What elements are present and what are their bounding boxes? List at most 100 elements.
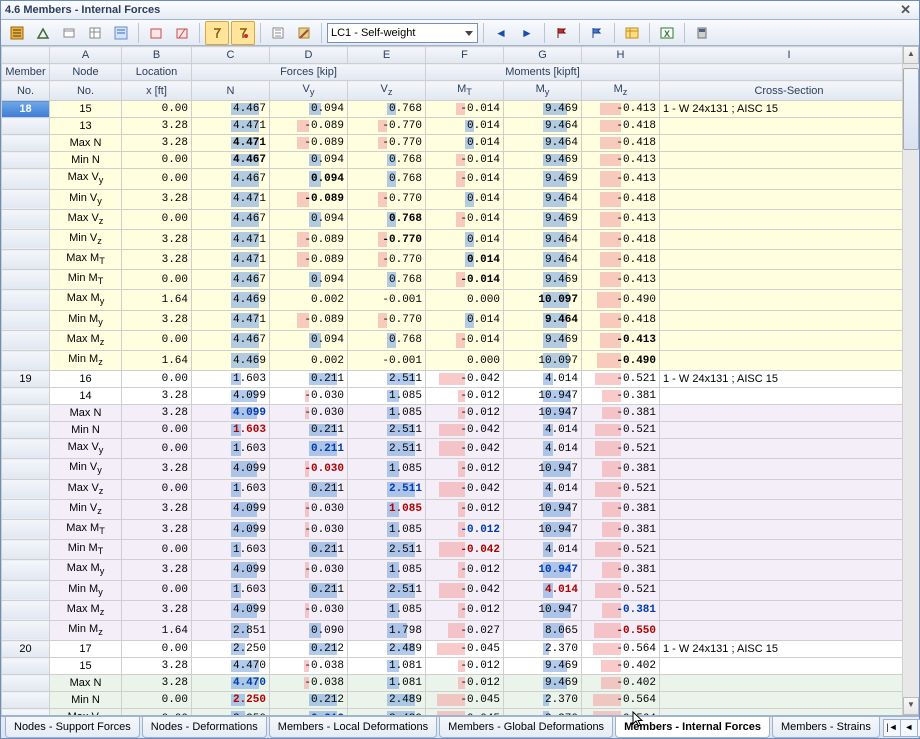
value-cell-Vy[interactable]: -0.030 — [270, 405, 348, 422]
value-cell-Vz[interactable]: 1.085 — [348, 560, 426, 580]
row-header[interactable] — [2, 519, 50, 539]
value-cell-Vz[interactable]: 2.511 — [348, 439, 426, 459]
tabs-prev[interactable]: ◄ — [900, 719, 918, 737]
cross-section-cell[interactable] — [660, 439, 919, 459]
close-button[interactable]: ✕ — [896, 2, 915, 18]
value-cell-Mt[interactable]: -0.014 — [426, 209, 504, 229]
value-cell-Vz[interactable]: 2.511 — [348, 422, 426, 439]
x-cell[interactable]: 3.28 — [122, 388, 192, 405]
value-cell-Vy[interactable]: 0.094 — [270, 101, 348, 118]
cross-section-cell[interactable] — [660, 675, 919, 692]
cross-section-cell[interactable] — [660, 290, 919, 310]
value-cell-Vz[interactable]: -0.770 — [348, 189, 426, 209]
node-cell[interactable]: 16 — [50, 371, 122, 388]
value-cell-My[interactable]: 10.947 — [504, 560, 582, 580]
loadcase-combo[interactable]: LC1 - Self-weight — [327, 23, 478, 43]
scroll-down-button[interactable]: ▼ — [903, 697, 919, 715]
value-cell-Mt[interactable]: -0.014 — [426, 169, 504, 189]
row-header[interactable] — [2, 250, 50, 270]
row-header[interactable] — [2, 600, 50, 620]
x-cell[interactable]: 0.00 — [122, 422, 192, 439]
value-cell-Vz[interactable]: 1.081 — [348, 658, 426, 675]
value-cell-My[interactable]: 10.947 — [504, 600, 582, 620]
value-cell-Vy[interactable]: 0.211 — [270, 439, 348, 459]
value-cell-My[interactable]: 9.464 — [504, 189, 582, 209]
cross-section-cell[interactable] — [660, 560, 919, 580]
value-cell-N[interactable]: 4.470 — [192, 675, 270, 692]
x-cell[interactable]: 0.00 — [122, 169, 192, 189]
value-cell-N[interactable]: 4.099 — [192, 459, 270, 479]
data-row[interactable]: Min My3.284.471-0.089-0.7700.0149.464-0.… — [2, 310, 919, 330]
data-row[interactable]: 19160.001.6030.2112.511-0.0424.014-0.521… — [2, 371, 919, 388]
x-cell[interactable]: 3.28 — [122, 405, 192, 422]
value-cell-My[interactable]: 10.947 — [504, 459, 582, 479]
x-cell[interactable]: 0.00 — [122, 152, 192, 169]
value-cell-My[interactable]: 10.097 — [504, 351, 582, 371]
value-cell-Mz[interactable]: -0.564 — [582, 709, 660, 715]
cross-section-cell[interactable] — [660, 135, 919, 152]
value-cell-N[interactable]: 4.099 — [192, 560, 270, 580]
row-header[interactable] — [2, 290, 50, 310]
cross-section-cell[interactable] — [660, 169, 919, 189]
value-cell-Mz[interactable]: -0.564 — [582, 641, 660, 658]
node-cell[interactable]: Max Mz — [50, 600, 122, 620]
x-cell[interactable]: 3.28 — [122, 189, 192, 209]
value-cell-Vy[interactable]: 0.094 — [270, 152, 348, 169]
value-cell-Mt[interactable]: 0.014 — [426, 229, 504, 249]
x-cell[interactable]: 3.28 — [122, 519, 192, 539]
tab-members-global-deformations[interactable]: Members - Global Deformations — [439, 717, 613, 738]
value-cell-Mt[interactable]: -0.012 — [426, 388, 504, 405]
row-header[interactable] — [2, 118, 50, 135]
cross-section-cell[interactable] — [660, 330, 919, 350]
data-row[interactable]: Max My1.644.4690.002-0.0010.00010.097-0.… — [2, 290, 919, 310]
tool-icon-8[interactable] — [266, 21, 290, 45]
value-cell-My[interactable]: 4.014 — [504, 580, 582, 600]
value-cell-Mt[interactable]: -0.042 — [426, 422, 504, 439]
data-row[interactable]: Min N0.002.2500.2122.489-0.0452.370-0.56… — [2, 692, 919, 709]
value-cell-Mz[interactable]: -0.413 — [582, 101, 660, 118]
value-cell-Mz[interactable]: -0.381 — [582, 499, 660, 519]
row-header[interactable] — [2, 560, 50, 580]
x-cell[interactable]: 0.00 — [122, 371, 192, 388]
value-cell-N[interactable]: 4.467 — [192, 169, 270, 189]
value-cell-N[interactable]: 4.467 — [192, 152, 270, 169]
tool-icon-4[interactable] — [83, 21, 107, 45]
cross-section-cell[interactable] — [660, 692, 919, 709]
value-cell-Mt[interactable]: -0.014 — [426, 101, 504, 118]
value-cell-Vz[interactable]: 0.768 — [348, 270, 426, 290]
value-cell-Vz[interactable]: 2.511 — [348, 479, 426, 499]
x-cell[interactable]: 0.00 — [122, 101, 192, 118]
value-cell-Vy[interactable]: 0.212 — [270, 641, 348, 658]
value-cell-Mz[interactable]: -0.413 — [582, 270, 660, 290]
value-cell-N[interactable]: 4.467 — [192, 101, 270, 118]
x-cell[interactable]: 3.28 — [122, 658, 192, 675]
node-cell[interactable]: Max N — [50, 675, 122, 692]
value-cell-My[interactable]: 9.469 — [504, 330, 582, 350]
value-cell-Mz[interactable]: -0.418 — [582, 229, 660, 249]
row-header[interactable]: 20 — [2, 641, 50, 658]
value-cell-Vz[interactable]: 1.081 — [348, 675, 426, 692]
cross-section-cell[interactable] — [660, 270, 919, 290]
data-row[interactable]: 153.284.470-0.0381.081-0.0129.469-0.402 — [2, 658, 919, 675]
value-cell-My[interactable]: 9.464 — [504, 135, 582, 152]
value-cell-My[interactable]: 10.947 — [504, 405, 582, 422]
node-cell[interactable]: 15 — [50, 101, 122, 118]
cross-section-cell[interactable] — [660, 229, 919, 249]
value-cell-Vy[interactable]: 0.212 — [270, 692, 348, 709]
data-row[interactable]: Max Vz0.001.6030.2112.511-0.0424.014-0.5… — [2, 479, 919, 499]
value-cell-Vz[interactable]: 2.489 — [348, 692, 426, 709]
value-cell-Mt[interactable]: -0.042 — [426, 439, 504, 459]
value-cell-Mz[interactable]: -0.418 — [582, 250, 660, 270]
tab-members-local-deformations[interactable]: Members - Local Deformations — [269, 717, 437, 738]
node-cell[interactable]: Min Vz — [50, 229, 122, 249]
table-yellow-icon[interactable] — [620, 21, 644, 45]
value-cell-Mz[interactable]: -0.381 — [582, 519, 660, 539]
row-header[interactable] — [2, 439, 50, 459]
node-cell[interactable]: Max Vz — [50, 209, 122, 229]
value-cell-Vz[interactable]: 1.085 — [348, 405, 426, 422]
data-row[interactable]: 20170.002.2500.2122.489-0.0452.370-0.564… — [2, 641, 919, 658]
value-cell-Mz[interactable]: -0.521 — [582, 439, 660, 459]
data-row[interactable]: Min Mz1.642.8510.0901.798-0.0278.065-0.5… — [2, 620, 919, 640]
value-cell-Mt[interactable]: 0.014 — [426, 118, 504, 135]
value-cell-Mt[interactable]: 0.014 — [426, 310, 504, 330]
